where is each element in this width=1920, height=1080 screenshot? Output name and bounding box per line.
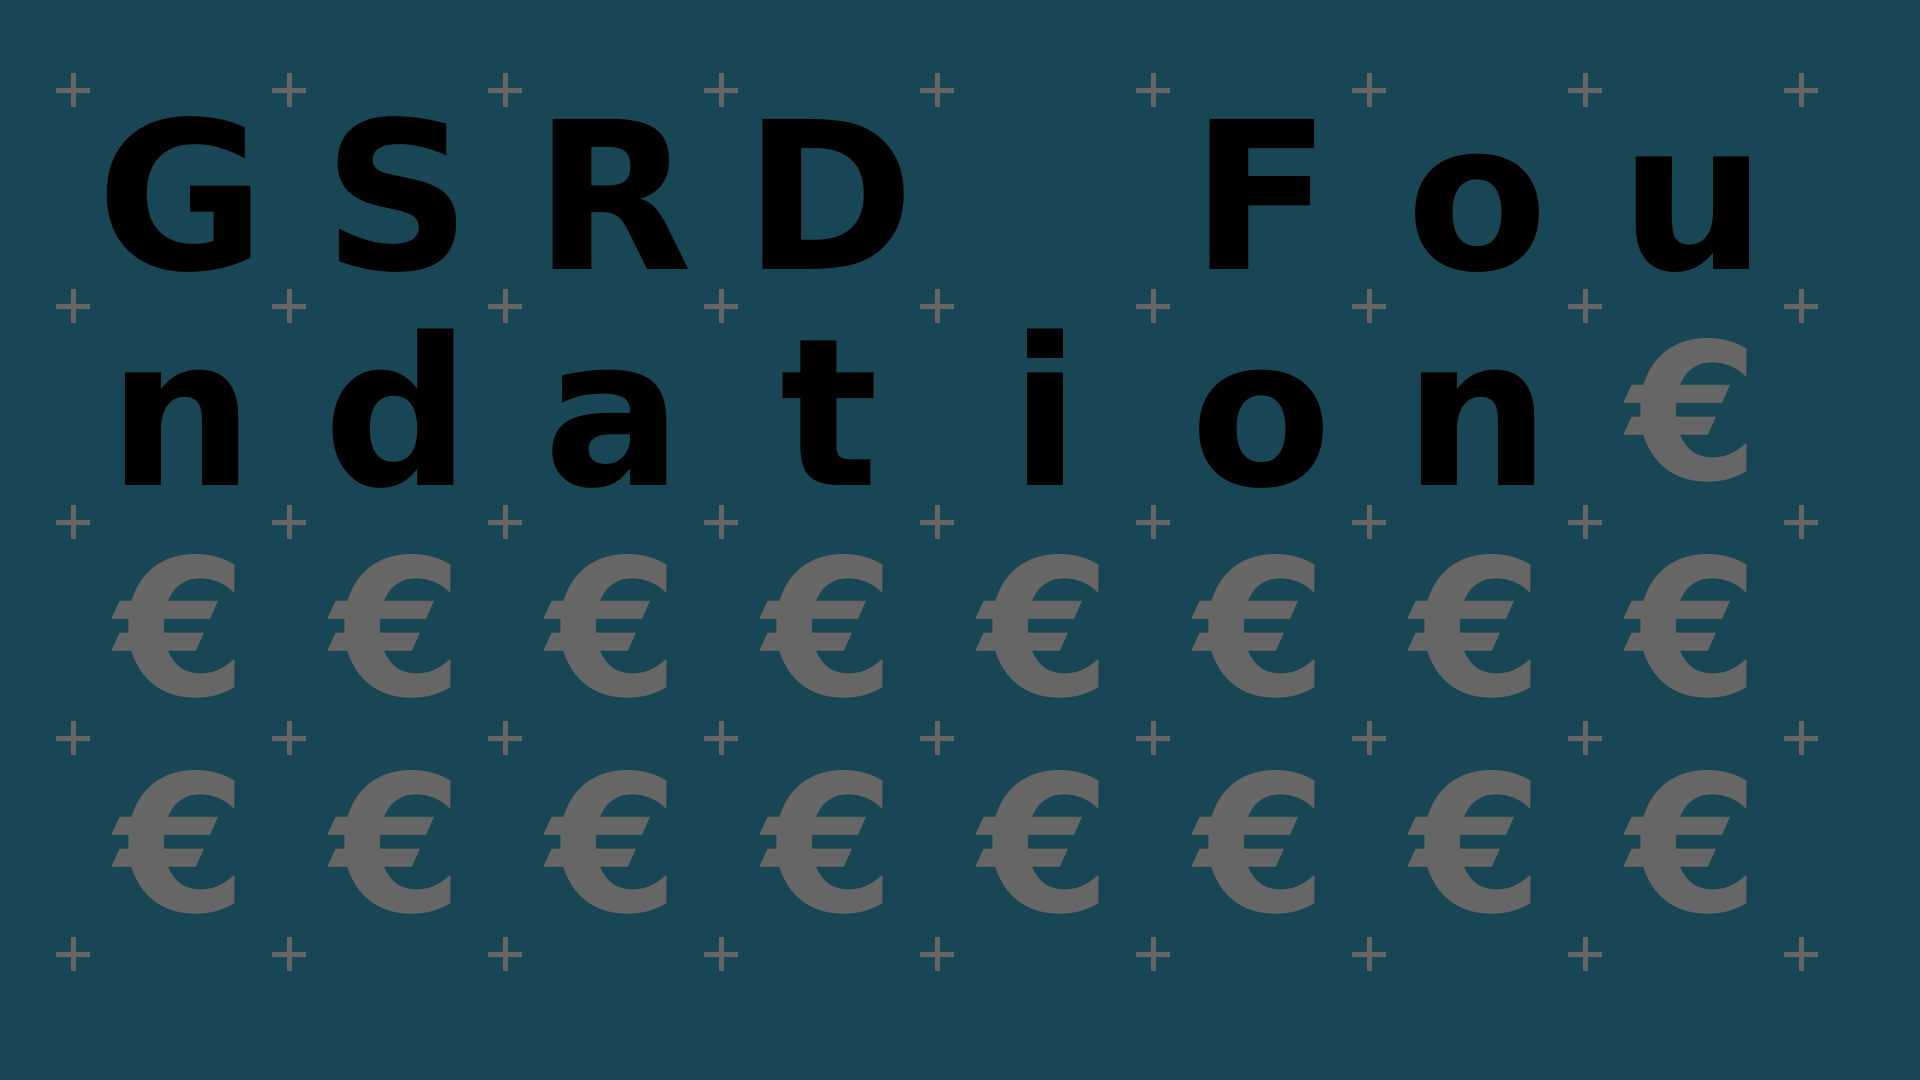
euro-symbol: € — [1194, 519, 1328, 740]
title-letter: d — [323, 294, 471, 534]
title-letter: F — [1190, 78, 1332, 318]
euro-symbol: € — [978, 735, 1112, 956]
title-letter: S — [322, 78, 472, 318]
euro-symbol: € — [1626, 735, 1760, 956]
title-letter: o — [1406, 78, 1548, 318]
euro-symbol: € — [546, 519, 680, 740]
title-letter: D — [743, 78, 915, 318]
euro-symbol: € — [978, 519, 1112, 740]
euro-symbol: € — [114, 735, 248, 956]
title-letter: i — [1009, 294, 1081, 534]
euro-symbol: € — [1194, 735, 1328, 956]
euro-symbol: € — [114, 519, 248, 740]
euro-symbol: € — [762, 519, 896, 740]
euro-symbol: € — [1626, 303, 1760, 524]
title-space — [937, 90, 1153, 306]
title-letter: t — [779, 294, 879, 534]
euro-symbol: € — [1410, 735, 1544, 956]
title-letter: o — [1190, 294, 1332, 534]
euro-symbol: € — [546, 735, 680, 956]
title-grid: G S R D Fo u n d a t i o n € € € € € € € € € € € € € € € € € — [0, 0, 1920, 1080]
title-letter: a — [543, 294, 683, 534]
euro-symbol: € — [330, 519, 464, 740]
euro-symbol: € — [1626, 519, 1760, 740]
euro-symbol: € — [330, 735, 464, 956]
title-letter: n — [1403, 294, 1551, 534]
title-letter: R — [533, 78, 693, 318]
title-letter: u — [1619, 78, 1767, 318]
euro-symbol: € — [1410, 519, 1544, 740]
title-letter: G — [96, 78, 266, 318]
title-letter: n — [107, 294, 255, 534]
euro-symbol: € — [762, 735, 896, 956]
